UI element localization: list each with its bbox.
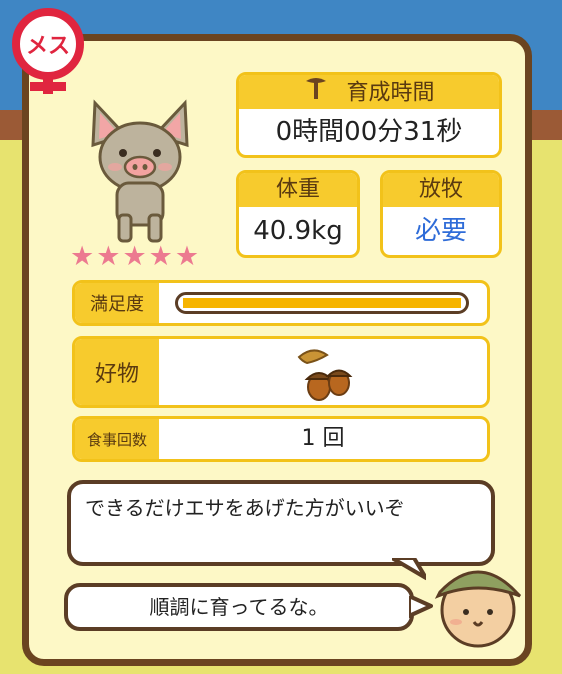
meal-count-value: 1 回 xyxy=(301,426,345,451)
rating-star-icon: ★ xyxy=(174,241,200,272)
grazing-value: 必要 xyxy=(414,216,467,246)
farmer-avatar-icon xyxy=(434,570,522,648)
satisfaction-gauge xyxy=(175,292,469,314)
growth-time-header: 育成時間 xyxy=(239,75,499,109)
growth-time-box: 育成時間 0時間00分31秒 xyxy=(236,72,502,158)
rating-star-icon: ★ xyxy=(70,241,95,272)
rating-star-icon: ★ xyxy=(122,241,147,272)
satisfaction-label: 満足度 xyxy=(75,283,159,323)
growth-time-value: 0時間00分31秒 xyxy=(275,117,463,147)
acorn-icon xyxy=(297,349,353,401)
rating-star-icon: ★ xyxy=(96,241,121,272)
gender-label: メス xyxy=(25,34,70,59)
weight-label: 体重 xyxy=(239,173,357,207)
weight-value: 40.9kg xyxy=(253,216,343,246)
favorite-food-row: 好物 xyxy=(72,336,490,408)
weight-box: 体重 40.9kg xyxy=(236,170,360,258)
satisfaction-row: 満足度 xyxy=(72,280,490,326)
grazing-box: 放牧 必要 xyxy=(380,170,502,258)
grazing-label: 放牧 xyxy=(383,173,499,207)
pig-icon xyxy=(91,99,189,243)
advice-text: できるだけエサをあげた方がいいぞ xyxy=(85,496,405,520)
advice-bubble-tail xyxy=(392,558,426,580)
rating-star-icon: ★ xyxy=(148,241,173,272)
female-gender-badge: メス xyxy=(4,8,92,96)
comment-speech-bubble: 順調に育ってるな。 xyxy=(64,583,414,631)
meal-count-label: 食事回数 xyxy=(75,419,159,459)
comment-text: 順調に育ってるな。 xyxy=(149,595,329,619)
signpost-icon xyxy=(303,75,329,112)
favorite-food-label: 好物 xyxy=(75,339,159,405)
meal-count-row: 食事回数 1 回 xyxy=(72,416,490,462)
growth-time-label: 育成時間 xyxy=(346,80,435,106)
pig-rating-stars: ★ ★ ★ ★ ★ xyxy=(70,241,200,272)
satisfaction-gauge-fill xyxy=(183,298,461,308)
